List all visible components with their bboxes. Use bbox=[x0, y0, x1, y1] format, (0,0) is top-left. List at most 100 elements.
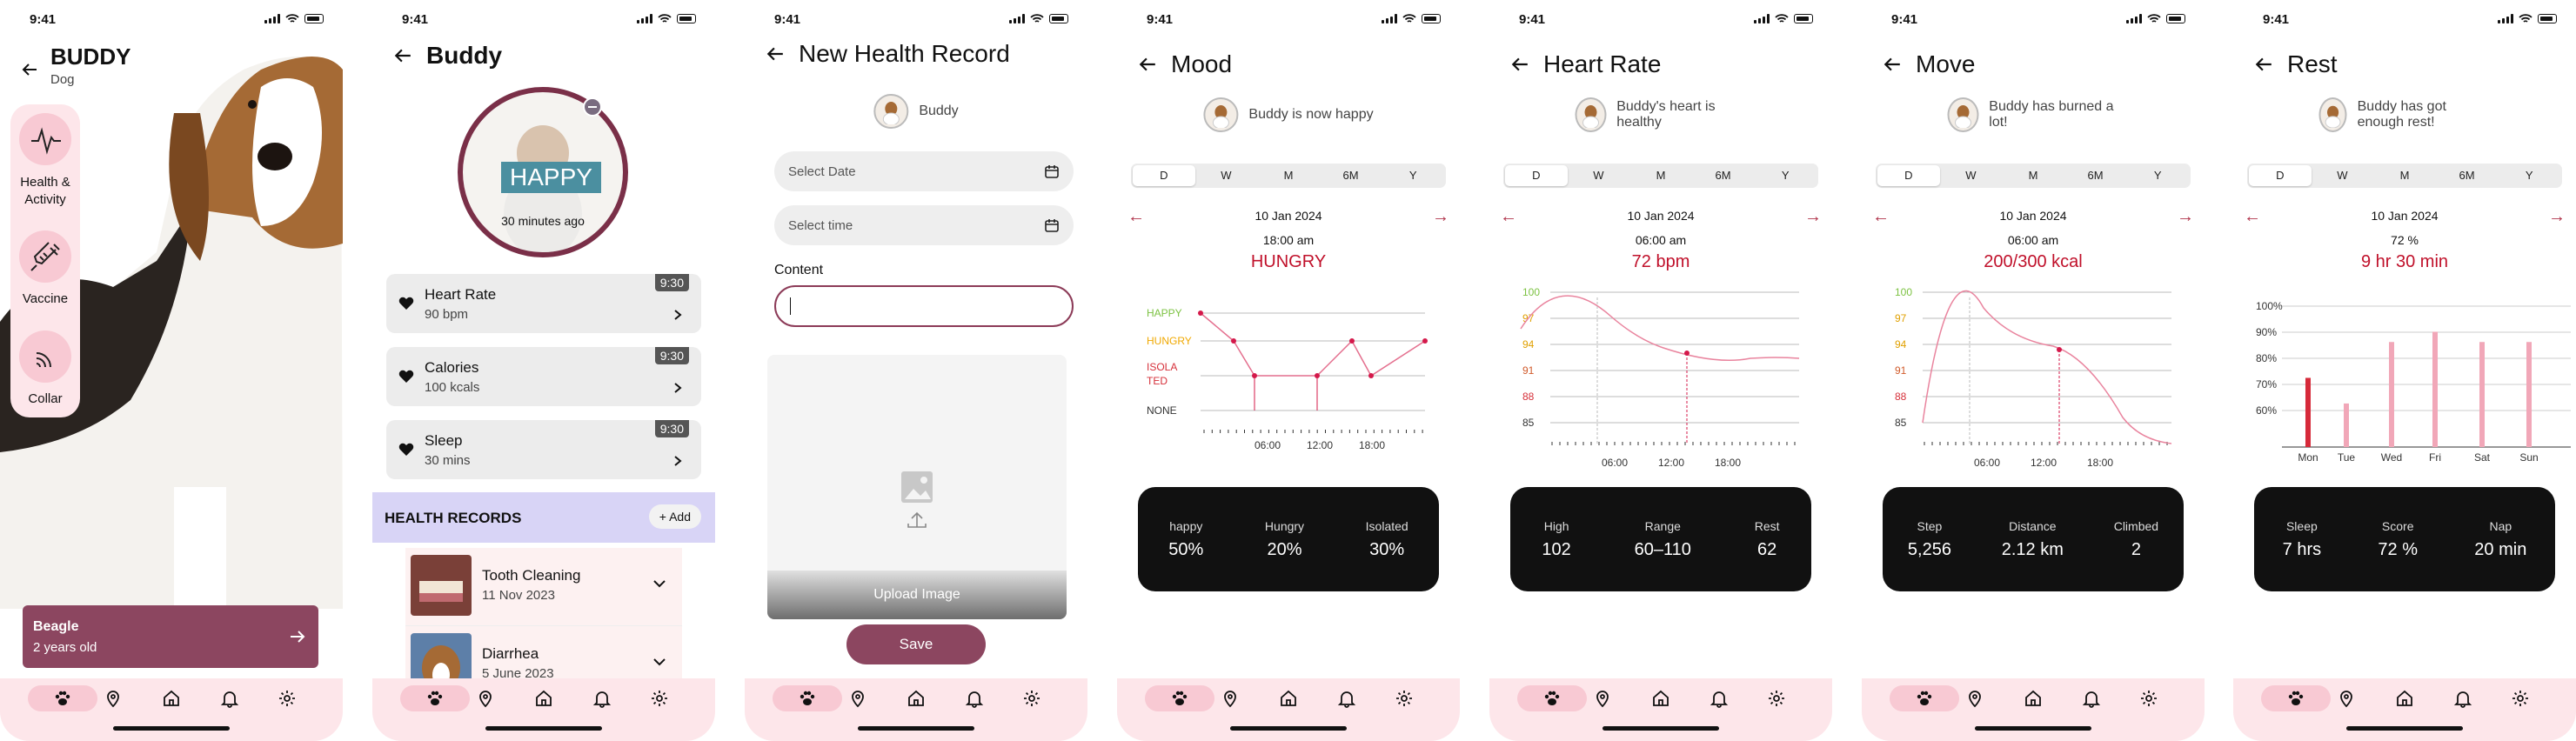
image-upload-area[interactable]: Upload Image bbox=[767, 355, 1067, 619]
period-6m[interactable]: 6M bbox=[1320, 165, 1382, 186]
upload-icon bbox=[907, 511, 927, 528]
tab-notifications[interactable] bbox=[583, 685, 621, 711]
pet-selector[interactable]: Buddy bbox=[873, 94, 959, 129]
tab-paw[interactable] bbox=[1517, 685, 1587, 711]
tab-notifications[interactable] bbox=[2072, 685, 2111, 711]
back-arrow-icon[interactable] bbox=[21, 61, 38, 78]
paw-icon bbox=[427, 691, 443, 705]
tab-settings[interactable] bbox=[2501, 685, 2539, 711]
tab-paw[interactable] bbox=[773, 685, 842, 711]
bar[interactable] bbox=[2526, 342, 2532, 447]
x-tick-label: Mon bbox=[2298, 451, 2318, 464]
side-item-vaccine[interactable] bbox=[19, 230, 71, 283]
period-w[interactable]: W bbox=[1940, 165, 2003, 186]
back-arrow-icon[interactable] bbox=[2254, 55, 2273, 74]
bar[interactable] bbox=[2389, 342, 2394, 447]
content-input[interactable] bbox=[774, 285, 1074, 327]
period-m[interactable]: M bbox=[1257, 165, 1320, 186]
tab-notifications[interactable] bbox=[1700, 685, 1738, 711]
tab-paw[interactable] bbox=[28, 685, 97, 711]
bar[interactable] bbox=[2479, 342, 2485, 447]
metric-calories[interactable]: Calories 100 kcals 9:30 bbox=[386, 347, 701, 406]
battery-icon bbox=[1422, 14, 1441, 23]
bar[interactable] bbox=[2344, 403, 2349, 447]
tab-home[interactable] bbox=[1269, 685, 1308, 711]
metric-heart-rate[interactable]: Heart Rate 90 bpm 9:30 bbox=[386, 274, 701, 333]
add-record-button[interactable]: + Add bbox=[648, 504, 701, 529]
breed-card[interactable]: Beagle 2 years old bbox=[23, 605, 318, 668]
tab-settings[interactable] bbox=[640, 685, 679, 711]
home-icon bbox=[164, 690, 179, 706]
record-item[interactable]: Tooth Cleaning 11 Nov 2023 bbox=[405, 548, 682, 626]
tab-location[interactable] bbox=[466, 685, 505, 711]
tab-location[interactable] bbox=[94, 685, 132, 711]
period-m[interactable]: M bbox=[1629, 165, 1692, 186]
collar-icon bbox=[36, 352, 51, 368]
tab-paw[interactable] bbox=[2261, 685, 2331, 711]
chart: 100% 90% 80% 70% 60% Mon Tue Wed Fri Sat Sun bbox=[2256, 300, 2571, 464]
period-y[interactable]: Y bbox=[1754, 165, 1817, 186]
tab-location[interactable] bbox=[1211, 685, 1249, 711]
period-d[interactable]: D bbox=[1133, 165, 1195, 186]
tab-notifications[interactable] bbox=[955, 685, 994, 711]
date-field[interactable]: Select Date bbox=[774, 151, 1074, 191]
period-m[interactable]: M bbox=[2373, 165, 2436, 186]
period-y[interactable]: Y bbox=[2498, 165, 2560, 186]
tab-notifications[interactable] bbox=[1328, 685, 1366, 711]
tab-home[interactable] bbox=[897, 685, 935, 711]
tab-settings[interactable] bbox=[2130, 685, 2168, 711]
time-field[interactable]: Select time bbox=[774, 205, 1074, 245]
period-d[interactable]: D bbox=[1505, 165, 1568, 186]
back-arrow-icon[interactable] bbox=[1510, 55, 1529, 74]
tab-settings[interactable] bbox=[1385, 685, 1423, 711]
battery-icon bbox=[2538, 14, 2557, 23]
back-arrow-icon[interactable] bbox=[393, 46, 412, 65]
stat-item: happy 50% bbox=[1168, 519, 1203, 560]
tab-location[interactable] bbox=[839, 685, 877, 711]
stat-value: 60–110 bbox=[1634, 539, 1691, 559]
header: Mood bbox=[1138, 50, 1232, 78]
tab-notifications[interactable] bbox=[211, 685, 249, 711]
tab-home[interactable] bbox=[152, 685, 191, 711]
back-arrow-icon[interactable] bbox=[766, 44, 785, 63]
period-w[interactable]: W bbox=[1568, 165, 1630, 186]
gear-icon bbox=[1024, 691, 1040, 706]
tab-paw[interactable] bbox=[1890, 685, 1959, 711]
tab-paw[interactable] bbox=[400, 685, 470, 711]
page-title: New Health Record bbox=[799, 40, 1010, 67]
tab-home[interactable] bbox=[2385, 685, 2424, 711]
period-6m[interactable]: 6M bbox=[2064, 165, 2127, 186]
side-item-health[interactable] bbox=[19, 113, 71, 165]
metric-sleep[interactable]: Sleep 30 mins 9:30 bbox=[386, 420, 701, 479]
period-6m[interactable]: 6M bbox=[1692, 165, 1755, 186]
tab-settings[interactable] bbox=[1013, 685, 1051, 711]
side-item-collar[interactable] bbox=[19, 330, 71, 383]
tab-location[interactable] bbox=[1956, 685, 1994, 711]
period-d[interactable]: D bbox=[2249, 165, 2312, 186]
period-y[interactable]: Y bbox=[1382, 165, 1444, 186]
bar[interactable] bbox=[2432, 331, 2438, 447]
tab-location[interactable] bbox=[1583, 685, 1622, 711]
period-w[interactable]: W bbox=[1195, 165, 1258, 186]
tab-home[interactable] bbox=[1642, 685, 1680, 711]
tab-settings[interactable] bbox=[1757, 685, 1796, 711]
header: Heart Rate bbox=[1510, 50, 1661, 78]
period-y[interactable]: Y bbox=[2126, 165, 2189, 186]
upload-image-button[interactable]: Upload Image bbox=[767, 571, 1067, 619]
edit-mood-button[interactable] bbox=[583, 97, 602, 117]
period-6m[interactable]: 6M bbox=[2436, 165, 2499, 186]
record-item[interactable]: Diarrhea 5 June 2023 bbox=[405, 626, 682, 678]
back-arrow-icon[interactable] bbox=[1883, 55, 1902, 74]
period-m[interactable]: M bbox=[2002, 165, 2064, 186]
bar[interactable] bbox=[2305, 377, 2311, 447]
save-button[interactable]: Save bbox=[846, 624, 986, 664]
period-d[interactable]: D bbox=[1877, 165, 1940, 186]
tab-home[interactable] bbox=[525, 685, 563, 711]
tab-notifications[interactable] bbox=[2444, 685, 2482, 711]
tab-location[interactable] bbox=[2327, 685, 2365, 711]
tab-settings[interactable] bbox=[268, 685, 306, 711]
tab-paw[interactable] bbox=[1145, 685, 1214, 711]
back-arrow-icon[interactable] bbox=[1138, 55, 1157, 74]
period-w[interactable]: W bbox=[2312, 165, 2374, 186]
tab-home[interactable] bbox=[2014, 685, 2052, 711]
